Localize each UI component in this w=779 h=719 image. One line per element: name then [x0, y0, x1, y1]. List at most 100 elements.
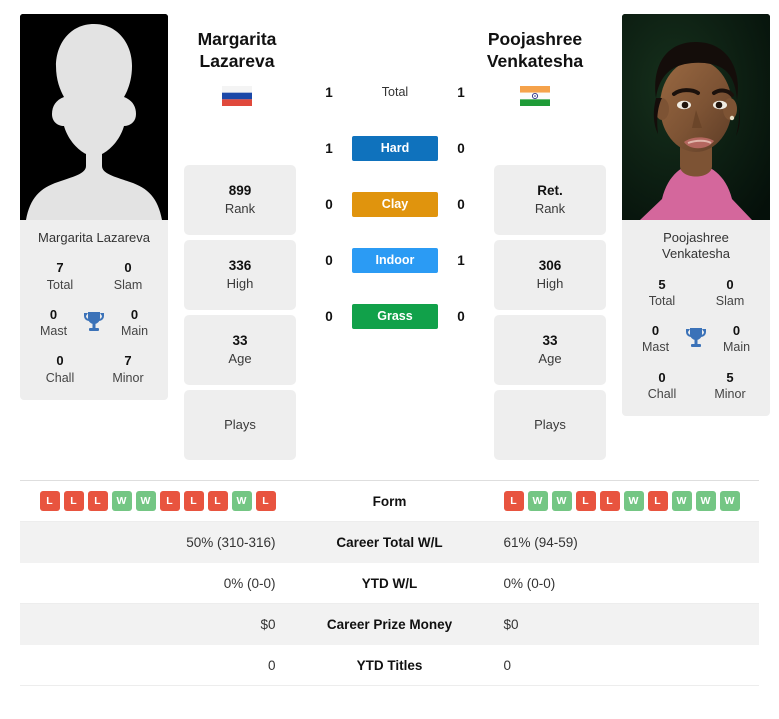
left-stat-total: 7 Total — [26, 260, 94, 293]
right-high-card: 306 High — [494, 240, 606, 310]
indoor-left-score: 0 — [325, 252, 333, 268]
right-plays-label: Plays — [534, 417, 566, 433]
trophy-icon-svg — [686, 328, 706, 348]
right-form-badge[interactable]: L — [599, 491, 620, 511]
left-player-card: Margarita Lazareva 7 Total 0 Slam 0 Mast — [20, 220, 168, 400]
right-stat-main-label: Main — [722, 340, 751, 355]
left-stat-main-label: Main — [120, 324, 149, 338]
right-player-name-line2: Venkatesha — [662, 246, 730, 262]
clay-left-score: 0 — [325, 196, 333, 212]
left-stat-minor-label: Minor — [112, 370, 144, 385]
left-stat-chall-value: 0 — [56, 353, 64, 369]
left-plays-label: Plays — [224, 417, 256, 433]
left-stat-main-value: 0 — [130, 306, 139, 322]
right-high-value: 306 — [538, 258, 562, 274]
ytd-titles-right: 0 — [503, 657, 512, 673]
left-form-badge[interactable]: W — [111, 491, 132, 511]
row-label-career-wl: Career Total W/L — [336, 535, 443, 550]
right-stat-chall: 0 Chall — [628, 370, 696, 403]
left-stat-minor-value: 7 — [124, 353, 132, 369]
prize-money-left: $0 — [260, 617, 276, 632]
right-form-badge[interactable]: W — [719, 491, 740, 511]
left-headline-name-line2: Lazareva — [199, 51, 275, 72]
grass-left-score: 0 — [325, 308, 333, 324]
right-stat-total-label: Total — [648, 293, 676, 308]
player-comparison-header: Margarita Lazareva 7 Total 0 Slam 0 Mast — [20, 0, 770, 480]
left-form-badge[interactable]: L — [87, 491, 108, 511]
surface-breakdown: Margarita Lazareva Poojashree Venkatesha — [198, 14, 583, 344]
right-stat-minor-value: 5 — [726, 369, 734, 385]
right-form-badge[interactable]: L — [575, 491, 596, 511]
left-stat-main: 0 Main — [107, 307, 162, 340]
right-headline-name: Poojashree Venkatesha — [460, 28, 610, 73]
left-form-strip: LLLWWLLLWL — [39, 491, 276, 511]
right-stat-total: 5 Total — [628, 277, 696, 310]
right-form-badge[interactable]: W — [527, 491, 548, 511]
right-form-strip: LWWLLWLWWW — [503, 491, 740, 511]
left-age-value: 33 — [232, 333, 248, 349]
left-headline-name-line1: Margarita — [197, 29, 277, 49]
right-stat-minor-label: Minor — [714, 386, 746, 401]
ytd-wl-right: 0% (0-0) — [503, 575, 556, 591]
trophy-icon-svg — [84, 312, 104, 331]
right-stat-chall-value: 0 — [658, 369, 666, 385]
clay-pill[interactable]: Clay — [352, 191, 438, 217]
right-stat-main-value: 0 — [732, 323, 741, 338]
career-wl-left: 50% (310-316) — [186, 535, 276, 550]
right-age-value: 33 — [542, 333, 558, 349]
right-form-badge[interactable]: W — [695, 491, 716, 511]
left-form-badge[interactable]: L — [255, 491, 276, 511]
row-label-ytd-titles: YTD Titles — [356, 657, 423, 673]
surface-row-total: 1 Total 1 — [312, 64, 478, 120]
surface-row-grass: 0 Grass 0 — [312, 288, 478, 344]
right-stat-slam: 0 Slam — [696, 277, 764, 310]
left-plays-card: Plays — [184, 390, 296, 460]
left-form-badge[interactable]: L — [207, 491, 228, 511]
right-form-badge[interactable]: W — [623, 491, 644, 511]
table-row-prize-money: $0 Career Prize Money $0 — [20, 604, 759, 645]
right-stat-minor: 5 Minor — [696, 370, 764, 403]
left-stat-slam-label: Slam — [113, 277, 143, 292]
right-high-label: High — [536, 276, 564, 291]
right-titles-top: 5 Total 0 Slam — [628, 277, 764, 324]
left-rank-card: 899 Rank — [184, 165, 296, 235]
left-form-badge[interactable]: L — [39, 491, 60, 511]
grass-pill[interactable]: Grass — [352, 303, 438, 329]
indoor-right-score: 1 — [457, 252, 465, 268]
right-plays-card: Plays — [494, 390, 606, 460]
row-label-prize-money: Career Prize Money — [326, 617, 453, 632]
career-wl-right: 61% (94-59) — [503, 535, 578, 550]
right-form-badge[interactable]: L — [503, 491, 524, 511]
total-label: Total — [381, 85, 409, 99]
left-age-label: Age — [228, 351, 252, 366]
left-headline-name: Margarita Lazareva — [162, 28, 312, 73]
right-stat-chall-label: Chall — [647, 386, 677, 401]
right-form-badge[interactable]: W — [671, 491, 692, 511]
left-high-card: 336 High — [184, 240, 296, 310]
right-form-badge[interactable]: W — [551, 491, 572, 511]
right-player-photo[interactable] — [622, 14, 770, 220]
left-form-badge[interactable]: W — [231, 491, 252, 511]
table-row-ytd-titles: 0 YTD Titles 0 — [20, 645, 759, 686]
left-form-badge[interactable]: W — [135, 491, 156, 511]
surface-row-clay: 0 Clay 0 — [312, 176, 478, 232]
hard-pill[interactable]: Hard — [352, 135, 438, 161]
left-form-badge[interactable]: L — [183, 491, 204, 511]
right-form-badge[interactable]: L — [647, 491, 668, 511]
left-player-name: Margarita Lazareva — [38, 230, 150, 245]
left-stat-cards: 899 Rank 336 High 33 Age Plays — [184, 14, 296, 465]
table-row-form: LLLWWLLLWL Form LWWLLWLWWW — [20, 481, 759, 522]
left-form-badge[interactable]: L — [159, 491, 180, 511]
right-player-name: Poojashree Venkatesha — [628, 230, 764, 263]
left-stat-slam: 0 Slam — [94, 260, 162, 293]
row-label-form: Form — [372, 493, 407, 509]
grass-right-score: 0 — [457, 308, 465, 324]
table-row-ytd-wl: 0% (0-0) YTD W/L 0% (0-0) — [20, 563, 759, 604]
left-player-photo[interactable] — [20, 14, 168, 220]
player-portrait-image — [622, 14, 770, 220]
left-form-badge[interactable]: L — [63, 491, 84, 511]
right-flag — [460, 86, 610, 106]
left-titles-bottom: 0 Chall 7 Minor — [26, 353, 162, 386]
right-stat-total-value: 5 — [658, 276, 666, 292]
indoor-pill[interactable]: Indoor — [352, 247, 438, 273]
